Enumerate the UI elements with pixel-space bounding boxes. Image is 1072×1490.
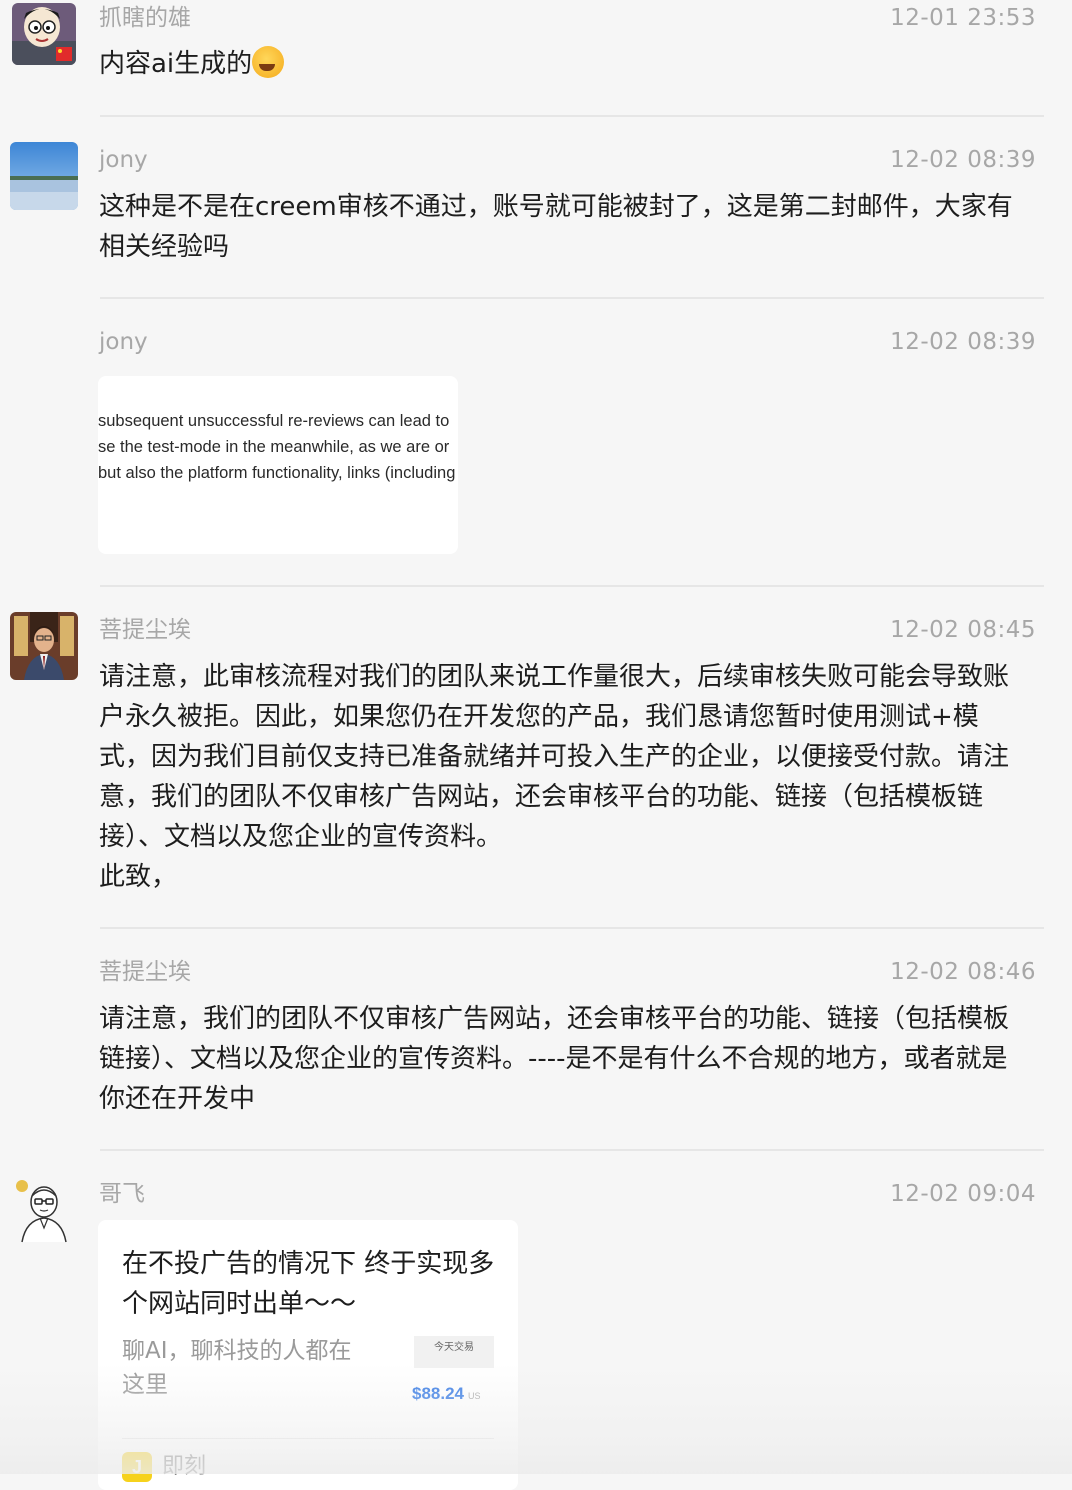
link-title[interactable]: 在不投广告的情况下 终于实现多个网站同时出单～～	[122, 1244, 502, 1324]
message-text: 这种是不是在creem审核不通过，账号就可能被封了，这是第二封邮件，大家有相关经…	[99, 192, 1013, 262]
message-time: 12-02 09:04	[890, 1181, 1036, 1207]
message-time: 12-02 08:45	[890, 617, 1036, 643]
link-description: 聊AI，聊科技的人都在这里	[122, 1338, 352, 1398]
thumbnail-header: 今天交易	[434, 1342, 474, 1353]
jike-logo-icon: J	[122, 1452, 152, 1482]
message-divider	[100, 927, 1044, 929]
image-attachment[interactable]: subsequent unsuccessful re-reviews can l…	[98, 376, 458, 554]
message-text-content: 内容ai生成的	[99, 49, 253, 79]
thumbnail-amount-value: $88.24	[412, 1384, 464, 1403]
image-text-line: subsequent unsuccessful re-reviews can l…	[98, 412, 450, 430]
message-text: 请注意，我们的团队不仅审核广告网站，还会审核平台的功能、链接（包括模板链接）、文…	[99, 1004, 1010, 1114]
crying-laughing-emoji-icon	[252, 46, 285, 78]
link-divider	[122, 1438, 494, 1439]
message-text: 请注意，此审核流程对我们的团队来说工作量很大，后续审核失败可能会导致账户永久被拒…	[99, 662, 1010, 892]
message-divider	[100, 1149, 1044, 1151]
sender-name[interactable]: 菩提尘埃	[99, 614, 191, 646]
image-text-line: but also the platform functionality, lin…	[98, 464, 456, 482]
sender-name[interactable]: jony	[99, 144, 148, 176]
sender-name[interactable]: jony	[99, 326, 148, 358]
thumbnail-amount-unit: US	[468, 1391, 481, 1401]
message-time: 12-02 08:39	[890, 329, 1036, 355]
link-source-name: 即刻	[162, 1454, 207, 1479]
message-time: 12-02 08:39	[890, 147, 1036, 173]
sender-name[interactable]: 哥飞	[99, 1178, 145, 1210]
link-thumbnail: 今天交易 $88.24 US	[412, 1332, 494, 1414]
message-text: 内容ai生成的	[99, 44, 1039, 84]
message-time: 12-02 08:46	[890, 959, 1036, 985]
thumbnail-amount: $88.24 US	[412, 1384, 481, 1404]
message-time: 12-01 23:53	[890, 5, 1036, 31]
image-text-line: se the test-mode in the meanwhile, as we…	[98, 438, 450, 456]
message-divider	[100, 585, 1044, 587]
message-divider	[100, 115, 1044, 117]
avatar[interactable]	[10, 1176, 78, 1244]
avatar[interactable]	[12, 3, 76, 65]
avatar[interactable]	[10, 142, 78, 210]
message-divider	[100, 297, 1044, 299]
sender-name[interactable]: 菩提尘埃	[99, 956, 191, 988]
avatar[interactable]	[10, 612, 78, 680]
link-card[interactable]: 在不投广告的情况下 终于实现多个网站同时出单～～ 聊AI，聊科技的人都在这里 今…	[98, 1220, 518, 1490]
sender-name[interactable]: 抓瞎的雄	[99, 2, 191, 34]
